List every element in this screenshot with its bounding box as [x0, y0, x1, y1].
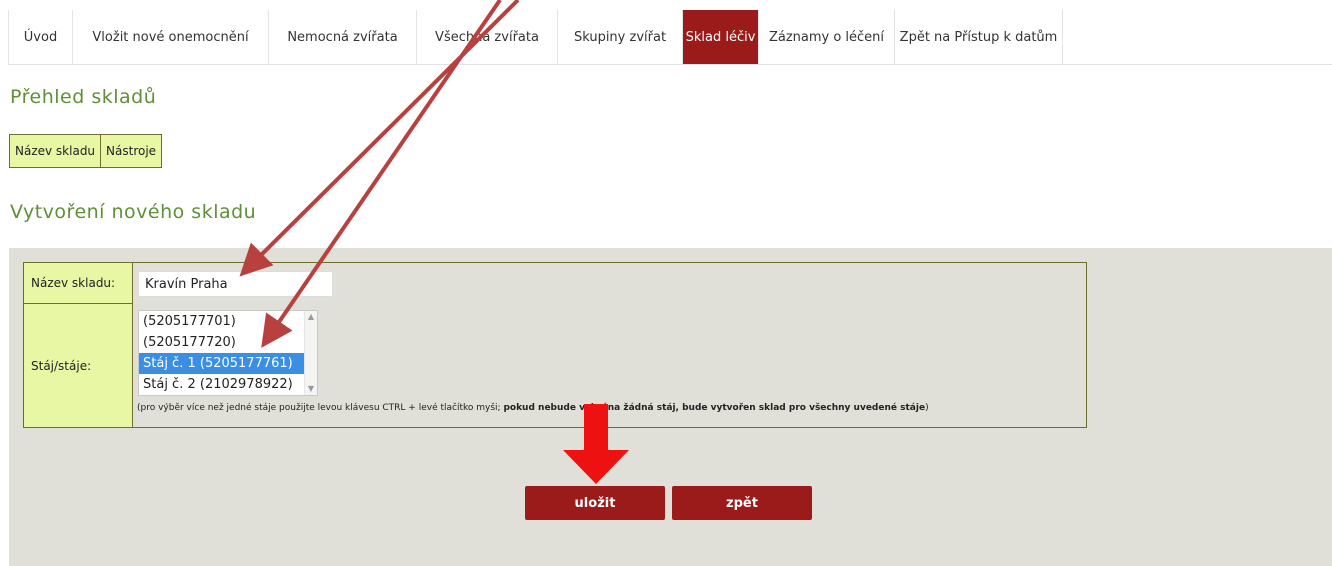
tab-1[interactable]: Vložit nové onemocnění [73, 10, 269, 64]
stable-multiselect[interactable]: (5205177701) (5205177720) Stáj č. 1 (52051… [138, 310, 318, 396]
stable-label: Stáj/stáje: [24, 304, 133, 427]
back-button[interactable]: zpět [672, 486, 812, 520]
save-button[interactable]: uložit [525, 486, 665, 520]
tab-5[interactable]: Sklad léčiv [683, 10, 759, 64]
main-nav: Úvod Vložit nové onemocnění Nemocná zvířat… [8, 10, 1332, 65]
tab-6[interactable]: Záznamy o léčení [759, 10, 895, 64]
tab-4[interactable]: Skupiny zvířat [558, 10, 683, 64]
stable-option[interactable]: Stáj č. 1 (5205177761) [139, 353, 305, 374]
column-header-warehouse-name: Název skladu [8, 134, 102, 168]
create-form-panel: Název skladu: Stáj/stáje: (5205177701)(5… [9, 248, 1332, 566]
stable-hint: (pro výběr více než jedné stáje použijte… [137, 403, 929, 413]
hint-normal-text: (pro výběr více než jedné stáje použijte… [137, 403, 504, 413]
scroll-down-icon[interactable]: ▼ [305, 383, 317, 395]
tab-7[interactable]: Zpět na Přístup k datům [895, 10, 1063, 64]
name-label: Název skladu: [24, 263, 133, 304]
stable-option[interactable]: (5205177701) [139, 311, 317, 332]
overview-title: Přehled skladů [10, 86, 157, 108]
stable-option[interactable]: (5205177720) [139, 332, 317, 353]
stable-option[interactable]: Stáj č. 2 (2102978922) [139, 374, 317, 395]
tab-3[interactable]: Všechna zvířata [417, 10, 558, 64]
warehouse-name-input[interactable] [138, 271, 333, 297]
hint-bold-text: pokud nebude vybrána žádná stáj, bude vy… [503, 403, 926, 413]
create-form-table: Název skladu: Stáj/stáje: (5205177701)(5… [23, 262, 1087, 428]
tab-0[interactable]: Úvod [8, 10, 73, 64]
scroll-up-icon[interactable]: ▲ [305, 311, 317, 323]
name-cell [133, 263, 1086, 305]
column-header-tools: Nástroje [100, 134, 163, 168]
warehouse-table-header: Název skladu Nástroje [8, 134, 163, 168]
hint-end-text: ) [925, 403, 929, 413]
stable-cell: (5205177701) (5205177720) Stáj č. 1 (52051… [133, 304, 1086, 427]
tab-2[interactable]: Nemocná zvířata [269, 10, 417, 64]
create-warehouse-title: Vytvoření nového skladu [10, 201, 257, 223]
stable-list-scrollbar[interactable]: ▲ ▼ [304, 311, 317, 395]
